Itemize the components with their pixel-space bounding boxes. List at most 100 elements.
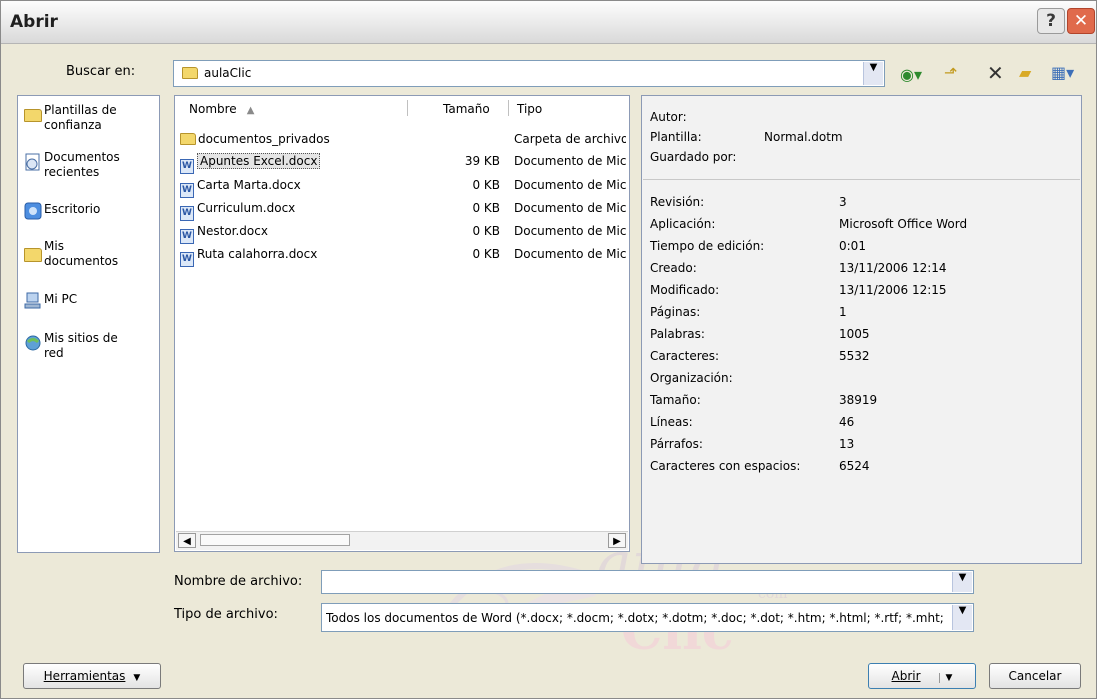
property-label: Revisión: <box>650 195 705 209</box>
file-name: Ruta calahorra.docx <box>197 247 318 261</box>
property-value: 13 <box>839 437 855 451</box>
file-type: Documento de Microsoft Office Word <box>514 178 626 192</box>
file-row[interactable]: documentos_privados Carpeta de archivos <box>180 129 626 149</box>
word-document-icon: W <box>180 159 194 174</box>
filetype-select[interactable]: Todos los documentos de Word (*.docx; *.… <box>321 603 974 632</box>
file-type: Documento de Microsoft Office Word <box>514 201 626 215</box>
file-size: 39 KB <box>464 154 500 168</box>
property-value: 0:01 <box>839 239 866 253</box>
property-label: Guardado por: <box>650 150 737 164</box>
window-title: Abrir <box>10 12 58 32</box>
chevron-down-icon[interactable]: ▼ <box>952 572 972 592</box>
property-label: Líneas: <box>650 415 693 429</box>
property-value: 13/11/2006 12:15 <box>839 283 947 297</box>
word-document-icon: W <box>180 252 194 267</box>
folder-icon <box>24 109 42 122</box>
open-button[interactable]: Abrir ▼ <box>868 663 976 689</box>
property-label: Palabras: <box>650 327 705 341</box>
delete-icon[interactable]: ✕ <box>987 61 1004 85</box>
file-row[interactable]: WCurriculum.docx 0 KB Documento de Micro… <box>180 198 626 221</box>
column-header-type[interactable]: Tipo <box>517 102 542 116</box>
file-size: 0 KB <box>472 247 500 261</box>
file-type: Documento de Microsoft Office Word <box>514 154 626 168</box>
property-value: Normal.dotm <box>764 130 843 144</box>
my-documents-icon <box>24 248 42 262</box>
look-in-label: Buscar en: <box>66 64 136 79</box>
place-label: Mi PC <box>44 292 78 306</box>
file-size: 0 KB <box>472 224 500 238</box>
property-label: Autor: <box>650 110 687 124</box>
look-in-combo[interactable]: aulaClic ▼ <box>173 60 885 87</box>
file-row[interactable]: WNestor.docx 0 KB Documento de Microsoft… <box>180 221 626 244</box>
place-label: Mis sitios de red <box>44 331 118 360</box>
help-button[interactable]: ? <box>1037 8 1065 34</box>
property-label: Caracteres: <box>650 349 720 363</box>
places-bar: Plantillas de confianza Documentos recie… <box>17 95 160 553</box>
filename-label: Nombre de archivo: <box>174 574 303 589</box>
scroll-right-icon[interactable]: ▶ <box>608 533 626 548</box>
horizontal-scrollbar[interactable]: ◀ ▶ <box>176 531 628 550</box>
property-label: Párrafos: <box>650 437 703 451</box>
property-label: Modificado: <box>650 283 720 297</box>
network-places-icon <box>24 334 44 352</box>
property-label: Aplicación: <box>650 217 716 231</box>
chevron-down-icon[interactable]: ▼ <box>938 673 953 683</box>
property-value: 13/11/2006 12:14 <box>839 261 947 275</box>
title-bar[interactable]: Abrir ? ✕ <box>1 1 1096 44</box>
column-divider[interactable] <box>508 100 509 116</box>
new-folder-icon[interactable]: ▰ <box>1019 63 1031 82</box>
close-button[interactable]: ✕ <box>1067 8 1095 34</box>
place-label: Documentos recientes <box>44 150 120 179</box>
column-divider[interactable] <box>407 100 408 116</box>
property-value: 1 <box>839 305 847 319</box>
column-header-size[interactable]: Tamaño <box>443 102 490 116</box>
chevron-down-icon[interactable]: ▼ <box>863 62 883 85</box>
sort-ascending-icon: ▲ <box>246 105 255 116</box>
up-folder-icon[interactable]: ⬏ <box>944 63 957 82</box>
views-icon[interactable]: ▦▾ <box>1051 63 1074 82</box>
property-label: Organización: <box>650 371 733 385</box>
chevron-down-icon[interactable]: ▼ <box>952 605 972 630</box>
file-list[interactable]: Nombre ▲ Tamaño Tipo documentos_privados … <box>174 95 630 552</box>
file-row[interactable]: WCarta Marta.docx 0 KB Documento de Micr… <box>180 175 626 198</box>
property-value: 6524 <box>839 459 870 473</box>
property-label: Caracteres con espacios: <box>650 459 801 473</box>
properties-panel: Autor: Plantilla: Normal.dotm Guardado p… <box>641 95 1082 564</box>
place-label: Mis documentos <box>44 239 119 268</box>
desktop-icon <box>24 202 44 220</box>
file-size: 0 KB <box>472 178 500 192</box>
file-type: Documento de Microsoft Office Word <box>514 247 626 261</box>
scroll-left-icon[interactable]: ◀ <box>178 533 196 548</box>
folder-icon <box>180 133 196 145</box>
file-name: documentos_privados <box>198 132 330 146</box>
file-name: Carta Marta.docx <box>197 178 301 192</box>
file-row[interactable]: W Ruta calahorra.docx 0 KB Documento de M… <box>180 244 626 267</box>
filename-input[interactable]: ▼ <box>321 570 974 594</box>
file-type: Documento de Microsoft Office Word <box>514 224 626 238</box>
folder-icon <box>182 67 198 79</box>
property-label: Creado: <box>650 261 697 275</box>
properties-divider <box>643 179 1080 180</box>
tools-button[interactable]: Herramientas ▼ <box>23 663 161 689</box>
cancel-button[interactable]: Cancelar <box>989 663 1081 689</box>
scrollbar-thumb[interactable] <box>200 534 350 546</box>
file-name: Apuntes Excel.docx <box>197 153 321 169</box>
column-header-name[interactable]: Nombre ▲ <box>189 102 254 116</box>
file-row-selected[interactable]: W Apuntes Excel.docx 39 KB Documento de M… <box>180 151 626 174</box>
chevron-down-icon: ▼ <box>133 673 141 683</box>
place-label: Escritorio <box>44 202 101 216</box>
property-value: 38919 <box>839 393 878 407</box>
property-label: Plantilla: <box>650 130 702 144</box>
property-label: Tamaño: <box>650 393 701 407</box>
back-icon[interactable]: ◉▾ <box>900 65 922 84</box>
filetype-label: Tipo de archivo: <box>174 607 278 622</box>
file-size: 0 KB <box>472 201 500 215</box>
property-value: 46 <box>839 415 855 429</box>
word-document-icon: W <box>180 229 194 244</box>
file-type: Carpeta de archivos <box>514 132 626 146</box>
file-name: Curriculum.docx <box>197 201 296 215</box>
property-value: 1005 <box>839 327 870 341</box>
open-dialog: Abrir ? ✕ aula com Clic Buscar en: aulaC… <box>0 0 1097 699</box>
property-value: Microsoft Office Word <box>839 217 968 231</box>
my-computer-icon <box>24 292 44 310</box>
